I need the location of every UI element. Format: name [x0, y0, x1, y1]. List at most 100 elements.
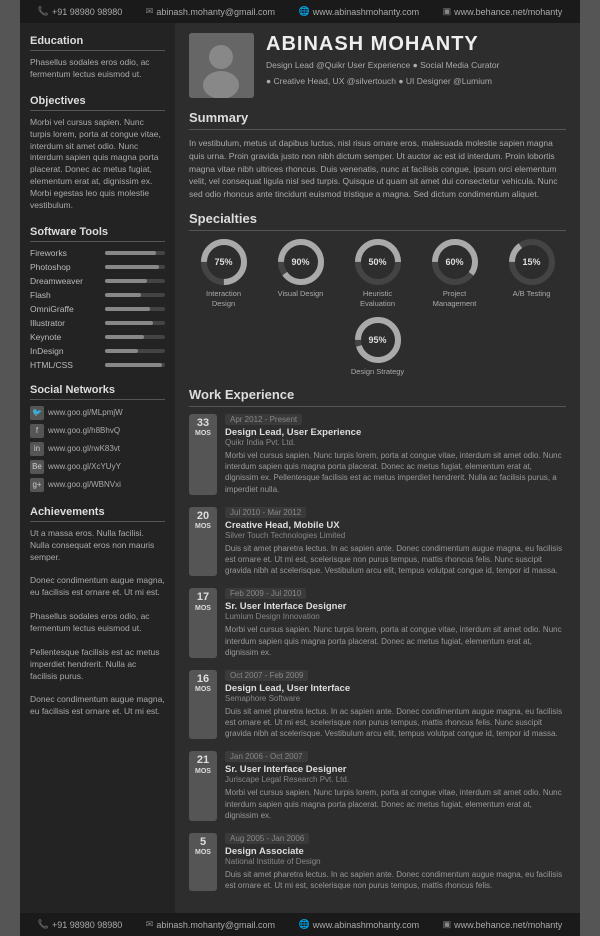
tool-bar-fill: [105, 307, 150, 311]
resume-page: 📞 +91 98980 98980 ✉ abinash.mohanty@gmai…: [20, 0, 580, 936]
social-networks-section: Social Networks 🐦 www.goo.gl/MLpmjW f ww…: [30, 384, 165, 492]
specialty-item: 95% Design Strategy: [348, 316, 408, 377]
objectives-section: Objectives Morbi vel cursus sapien. Nunc…: [30, 95, 165, 212]
work-role: Design Associate: [225, 846, 566, 857]
specialties-list: 75% Interaction Design 90% Visual Design…: [189, 238, 566, 377]
work-details: Jul 2010 - Mar 2012 Creative Head, Mobil…: [225, 507, 566, 577]
main-panel: ABINASH MOHANTY Design Lead @Quikr User …: [175, 23, 580, 913]
work-company: Silver Touch Technologies Limited: [225, 531, 566, 540]
work-period: Aug 2005 - Jan 2006: [225, 833, 309, 844]
avatar-image: [189, 33, 254, 98]
work-title: Work Experience: [189, 387, 566, 407]
work-badge: 16 MOS: [189, 670, 217, 740]
work-details: Jan 2006 - Oct 2007 Sr. User Interface D…: [225, 751, 566, 821]
donut-label: 75%: [214, 257, 232, 267]
tool-bar-fill: [105, 279, 147, 283]
badge-unit: MOS: [195, 768, 211, 775]
tool-item: InDesign: [30, 346, 165, 356]
tool-item: Flash: [30, 290, 165, 300]
work-description: Morbi vel cursus sapien. Nunc turpis lor…: [225, 450, 566, 495]
donut-chart: 15%: [508, 238, 556, 286]
social-title: Social Networks: [30, 384, 165, 400]
behance-icon: ▣: [443, 6, 452, 17]
tool-item: Fireworks: [30, 248, 165, 258]
social-icon: 🐦: [30, 406, 44, 420]
work-description: Morbi vel cursus sapien. Nunc turpis lor…: [225, 787, 566, 821]
tool-bar-fill: [105, 265, 159, 269]
badge-number: 5: [192, 836, 214, 849]
globe-icon: 🌐: [299, 6, 310, 17]
tool-bar-bg: [105, 335, 165, 339]
header-phone: 📞 +91 98980 98980: [38, 6, 123, 17]
tool-name: HTML/CSS: [30, 360, 100, 370]
work-item: 33 MOS Apr 2012 - Present Design Lead, U…: [189, 414, 566, 495]
work-badge: 21 MOS: [189, 751, 217, 821]
profile-info: ABINASH MOHANTY Design Lead @Quikr User …: [266, 33, 499, 88]
achievements-text: Ut a massa eros. Nulla facilisi. Nulla c…: [30, 528, 165, 718]
donut-chart: 60%: [431, 238, 479, 286]
work-item: 16 MOS Oct 2007 - Feb 2009 Design Lead, …: [189, 670, 566, 740]
tool-bar-fill: [105, 349, 138, 353]
work-details: Oct 2007 - Feb 2009 Design Lead, User In…: [225, 670, 566, 740]
badge-number: 20: [192, 510, 214, 523]
tool-bar-bg: [105, 251, 165, 255]
objectives-text: Morbi vel cursus sapien. Nunc turpis lor…: [30, 117, 165, 212]
header-website: 🌐 www.abinashmohanty.com: [299, 6, 420, 17]
tools-list: Fireworks Photoshop Dreamweaver Flash Om…: [30, 248, 165, 370]
badge-unit: MOS: [195, 430, 211, 437]
header-email: ✉ abinash.mohanty@gmail.com: [146, 6, 275, 17]
work-item: 21 MOS Jan 2006 - Oct 2007 Sr. User Inte…: [189, 751, 566, 821]
donut-label: 95%: [368, 335, 386, 345]
footer-email: ✉ abinash.mohanty@gmail.com: [146, 919, 275, 930]
header-behance: ▣ www.behance.net/mohanty: [443, 6, 563, 17]
work-description: Duis sit amet pharetra lectus. In ac sap…: [225, 869, 566, 891]
tool-item: Photoshop: [30, 262, 165, 272]
specialty-name: Interaction Design: [194, 289, 254, 309]
education-text: Phasellus sodales eros odio, ac fermentu…: [30, 57, 165, 81]
social-link: www.goo.gl/XcYUyY: [48, 462, 121, 471]
specialty-name: Project Management: [425, 289, 485, 309]
social-link: www.goo.gl/WBNVxi: [48, 480, 121, 489]
header-bar: 📞 +91 98980 98980 ✉ abinash.mohanty@gmai…: [20, 0, 580, 23]
work-period: Apr 2012 - Present: [225, 414, 302, 425]
specialty-name: Heuristic Evaluation: [348, 289, 408, 309]
profile-name: ABINASH MOHANTY: [266, 33, 499, 56]
education-section: Education Phasellus sodales eros odio, a…: [30, 35, 165, 81]
work-badge: 33 MOS: [189, 414, 217, 495]
achievements-section: Achievements Ut a massa eros. Nulla faci…: [30, 506, 165, 718]
work-role: Design Lead, User Interface: [225, 683, 566, 694]
tool-name: Fireworks: [30, 248, 100, 258]
behance-icon-footer: ▣: [443, 919, 452, 930]
work-company: Juriscape Legal Research Pvt. Ltd.: [225, 775, 566, 784]
social-item: f www.goo.gl/h8BhvQ: [30, 424, 165, 438]
work-details: Feb 2009 - Jul 2010 Sr. User Interface D…: [225, 588, 566, 658]
avatar: [189, 33, 254, 98]
work-period: Oct 2007 - Feb 2009: [225, 670, 308, 681]
objectives-title: Objectives: [30, 95, 165, 111]
tool-bar-bg: [105, 265, 165, 269]
tool-item: Illustrator: [30, 318, 165, 328]
work-role: Design Lead, User Experience: [225, 427, 566, 438]
profile-header: ABINASH MOHANTY Design Lead @Quikr User …: [189, 33, 566, 98]
tool-name: Photoshop: [30, 262, 100, 272]
socials-list: 🐦 www.goo.gl/MLpmjW f www.goo.gl/h8BhvQ …: [30, 406, 165, 492]
social-item: g+ www.goo.gl/WBNVxi: [30, 478, 165, 492]
work-details: Aug 2005 - Jan 2006 Design Associate Nat…: [225, 833, 566, 891]
summary-text: In vestibulum, metus ut dapibus luctus, …: [189, 137, 566, 201]
profile-title-line1: Design Lead @Quikr User Experience ● Soc…: [266, 59, 499, 72]
specialty-item: 90% Visual Design: [271, 238, 331, 309]
donut-chart: 75%: [200, 238, 248, 286]
work-item: 5 MOS Aug 2005 - Jan 2006 Design Associa…: [189, 833, 566, 891]
work-period: Jul 2010 - Mar 2012: [225, 507, 306, 518]
tool-item: HTML/CSS: [30, 360, 165, 370]
tool-item: Dreamweaver: [30, 276, 165, 286]
phone-icon: 📞: [38, 6, 49, 17]
education-title: Education: [30, 35, 165, 51]
social-link: www.goo.gl/MLpmjW: [48, 408, 123, 417]
badge-number: 33: [192, 417, 214, 430]
donut-chart: 50%: [354, 238, 402, 286]
profile-title-line2: ● Creative Head, UX @silvertouch ● UI De…: [266, 75, 499, 88]
tool-bar-bg: [105, 321, 165, 325]
social-link: www.goo.gl/h8BhvQ: [48, 426, 120, 435]
work-description: Duis sit amet pharetra lectus. In ac sap…: [225, 543, 566, 577]
